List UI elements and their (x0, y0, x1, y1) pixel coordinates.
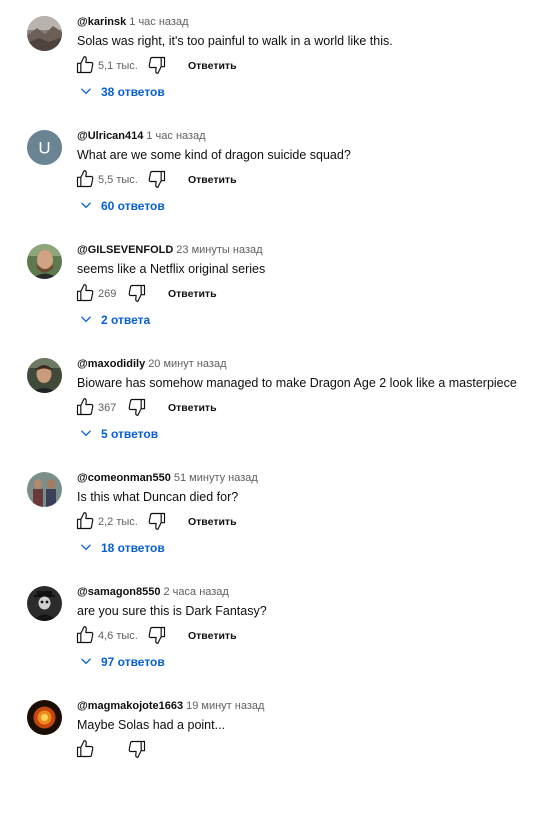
view-replies-button[interactable]: 97 ответов (80, 654, 165, 670)
thumbs-up-icon[interactable] (75, 397, 95, 417)
comment-actions: 4,6 тыс. Ответить (73, 625, 333, 647)
chevron-down-icon (81, 88, 91, 95)
view-replies-button[interactable]: 18 ответов (80, 540, 165, 556)
thumbs-up-icon[interactable] (75, 55, 95, 75)
like-count: 5,1 тыс. (98, 60, 138, 72)
thumbs-up-icon[interactable] (75, 511, 95, 531)
thumbs-up-icon[interactable] (75, 625, 95, 645)
view-replies-button[interactable]: 5 ответов (80, 426, 158, 442)
thumbs-up-icon[interactable] (75, 283, 95, 303)
comment-time[interactable]: 19 минут назад (186, 700, 264, 712)
comment-text: seems like a Netflix original series (77, 262, 266, 276)
avatar[interactable]: U (27, 130, 62, 165)
avatar[interactable] (27, 16, 62, 51)
comment-thread: @maxodidily 20 минут назад Bioware has so… (0, 357, 546, 471)
comment-time[interactable]: 2 часа назад (164, 586, 229, 598)
author-handle[interactable]: @magmakojote1663 (77, 700, 183, 712)
avatar[interactable] (27, 472, 62, 507)
comment-header: @comeonman550 51 минуту назад (77, 471, 258, 485)
reply-button[interactable]: Ответить (188, 59, 237, 73)
author-handle[interactable]: @karinsk (77, 16, 126, 28)
comment-text: Bioware has somehow managed to make Drag… (77, 376, 517, 390)
comment-thread: U @Ulrican414 1 час назад What are we som… (0, 129, 546, 243)
thumbs-up-icon[interactable] (75, 169, 95, 189)
thumbs-up-icon[interactable] (75, 739, 95, 759)
like-count: 269 (98, 288, 117, 300)
comment-actions: 5,1 тыс. Ответить (73, 55, 333, 77)
comment-actions: 367 Ответить (73, 397, 333, 419)
replies-count: 2 ответа (101, 313, 151, 327)
chevron-down-icon (81, 316, 91, 323)
comment-time[interactable]: 1 час назад (146, 130, 205, 142)
reply-button[interactable]: Ответить (188, 173, 237, 187)
chevron-down-icon (81, 430, 91, 437)
comment-header: @magmakojote1663 19 минут назад (77, 699, 264, 713)
comment-thread: @samagon8550 2 часа назад are you sure th… (0, 585, 546, 699)
comment-actions: 5,5 тыс. Ответить (73, 169, 333, 191)
thumbs-down-icon[interactable] (147, 169, 167, 189)
view-replies-button[interactable]: 60 ответов (80, 198, 165, 214)
author-handle[interactable]: @comeonman550 (77, 472, 171, 484)
replies-count: 5 ответов (101, 427, 159, 441)
thumbs-down-icon[interactable] (127, 397, 147, 417)
thumbs-down-icon[interactable] (127, 739, 147, 759)
comment-header: @maxodidily 20 минут назад (77, 357, 227, 371)
comment-header: @samagon8550 2 часа назад (77, 585, 229, 599)
reply-button[interactable]: Ответить (188, 515, 237, 529)
avatar[interactable] (27, 244, 62, 279)
comment-header: @GILSEVENFOLD 23 минуты назад (77, 243, 263, 257)
replies-count: 18 ответов (101, 541, 165, 555)
comment-text: Is this what Duncan died for? (77, 490, 239, 504)
reply-button[interactable]: Ответить (168, 401, 217, 415)
comment-actions: 269 Ответить (73, 283, 333, 305)
comment-thread: @comeonman550 51 минуту назад Is this wha… (0, 471, 546, 585)
comment-actions (73, 739, 333, 761)
chevron-down-icon (81, 658, 91, 665)
like-count: 5,5 тыс. (98, 174, 138, 186)
chevron-down-icon (81, 544, 91, 551)
comment-time[interactable]: 20 минут назад (148, 358, 226, 370)
avatar[interactable] (27, 358, 62, 393)
comment-actions: 2,2 тыс. Ответить (73, 511, 333, 533)
comment-time[interactable]: 1 час назад (129, 16, 188, 28)
author-handle[interactable]: @Ulrican414 (77, 130, 143, 142)
reply-button[interactable]: Ответить (188, 629, 237, 643)
like-count: 4,6 тыс. (98, 630, 138, 642)
svg-text:U: U (38, 139, 50, 158)
author-handle[interactable]: @GILSEVENFOLD (77, 244, 173, 256)
like-count: 367 (98, 402, 117, 414)
comment-time[interactable]: 23 минуты назад (176, 244, 262, 256)
thumbs-down-icon[interactable] (147, 55, 167, 75)
thumbs-down-icon[interactable] (127, 283, 147, 303)
chevron-down-icon (81, 202, 91, 209)
reply-button[interactable]: Ответить (168, 287, 217, 301)
thumbs-down-icon[interactable] (147, 511, 167, 531)
replies-count: 97 ответов (101, 655, 165, 669)
author-handle[interactable]: @maxodidily (77, 358, 145, 370)
comment-text: Maybe Solas had a point... (77, 718, 226, 732)
author-handle[interactable]: @samagon8550 (77, 586, 161, 598)
like-count: 2,2 тыс. (98, 516, 138, 528)
comment-thread: @karinsk 1 час назад Solas was right, it'… (0, 15, 546, 129)
view-replies-button[interactable]: 2 ответа (80, 312, 150, 328)
comment-header: @Ulrican414 1 час назад (77, 129, 206, 143)
comment-text: Solas was right, it's too painful to wal… (77, 34, 393, 48)
replies-count: 60 ответов (101, 199, 165, 213)
comment-header: @karinsk 1 час назад (77, 15, 189, 29)
avatar[interactable] (27, 700, 62, 735)
thumbs-down-icon[interactable] (147, 625, 167, 645)
comment-thread: @GILSEVENFOLD 23 минуты назад seems like … (0, 243, 546, 357)
comment-text: What are we some kind of dragon suicide … (77, 148, 351, 162)
comment-time[interactable]: 51 минуту назад (174, 472, 258, 484)
replies-count: 38 ответов (101, 85, 165, 99)
comment-thread: @magmakojote1663 19 минут назад Maybe Sol… (0, 699, 546, 813)
avatar[interactable] (27, 586, 62, 621)
comment-text: are you sure this is Dark Fantasy? (77, 604, 267, 618)
view-replies-button[interactable]: 38 ответов (80, 84, 165, 100)
